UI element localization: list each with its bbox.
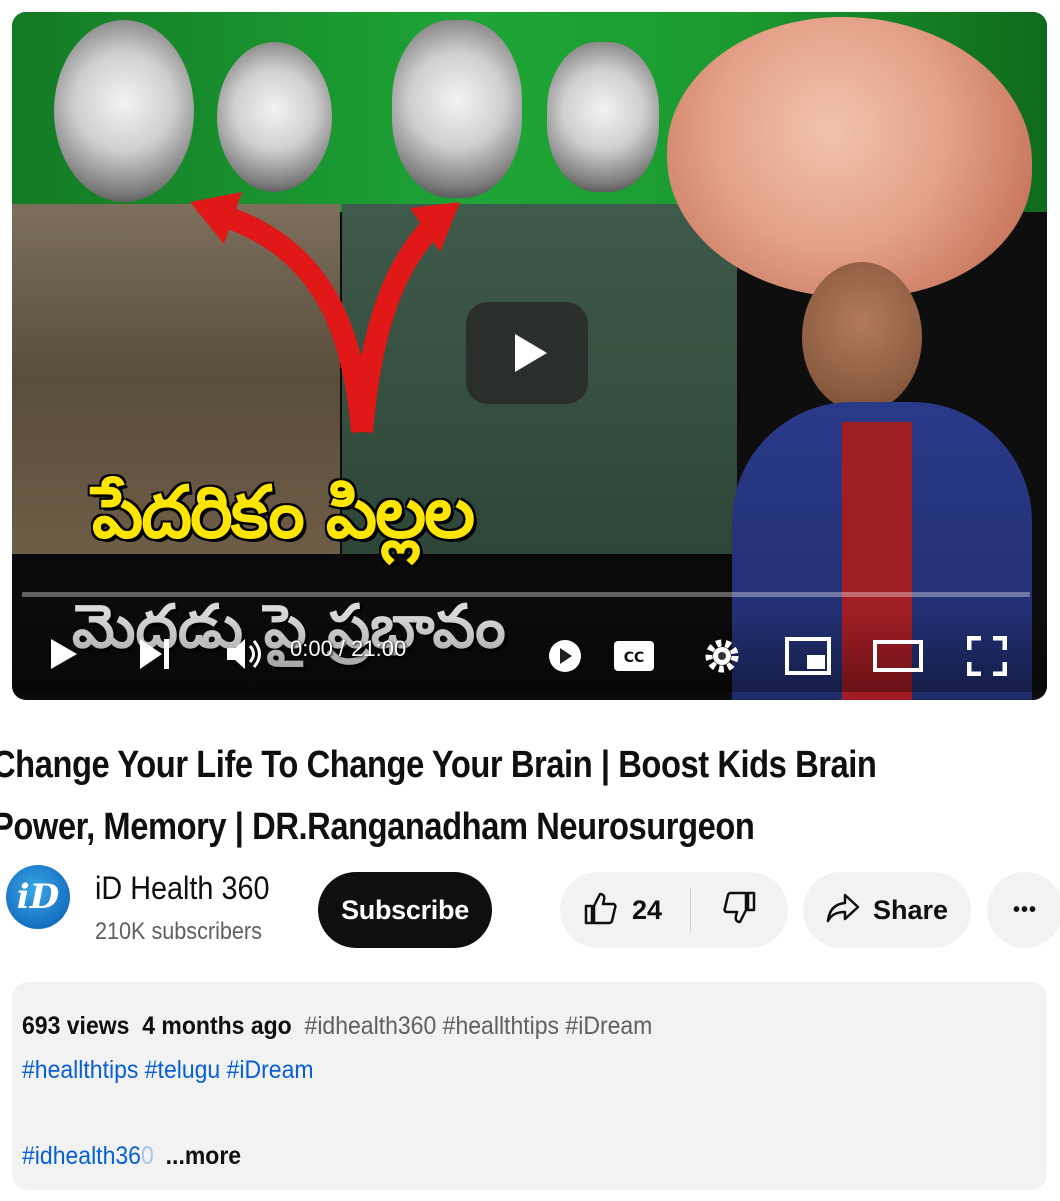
thumbnail-title-text: పేదరికం పిల్లల [92, 470, 475, 554]
hashtag-link[interactable]: #heallthtips [443, 1012, 559, 1040]
like-button[interactable]: 24 [560, 872, 690, 948]
hashtag-link[interactable]: #iDream [227, 1056, 314, 1084]
fullscreen-icon[interactable] [962, 632, 1012, 680]
large-play-button[interactable] [466, 302, 588, 404]
video-title: Change Your Life To Change Your Brain | … [0, 744, 877, 848]
more-actions-button[interactable]: ••• [987, 872, 1060, 948]
share-arrow-icon [825, 892, 861, 929]
channel-avatar[interactable]: iD [6, 865, 70, 929]
svg-text:CC: CC [624, 650, 645, 666]
hashtag-link[interactable]: #telugu [145, 1056, 220, 1084]
captions-button[interactable]: CC [610, 634, 658, 678]
dislike-button[interactable] [691, 872, 788, 948]
share-label: Share [873, 894, 949, 925]
miniplayer-icon[interactable] [782, 634, 834, 678]
channel-name[interactable]: iD Health 360 [95, 870, 270, 907]
play-icon[interactable] [42, 632, 86, 676]
thumbs-up-icon [582, 890, 618, 931]
hashtag-link[interactable]: #heallthtips [22, 1056, 138, 1084]
share-button[interactable]: Share [803, 872, 971, 948]
hashtag-link[interactable]: #iDream [565, 1012, 652, 1040]
player-controls: CC [12, 612, 1047, 692]
volume-icon[interactable] [220, 632, 270, 676]
like-count: 24 [632, 894, 663, 925]
more-horizontal-icon: ••• [1012, 898, 1037, 921]
like-dislike-group: 24 [560, 872, 788, 948]
upload-date: 4 months ago [142, 1012, 292, 1040]
avatar-logo-text: iD [16, 877, 60, 917]
thumbs-down-icon [722, 890, 758, 931]
autoplay-toggle-icon[interactable] [540, 636, 590, 676]
hashtag-link[interactable]: #idhealth360 [305, 1012, 437, 1040]
settings-gear-icon[interactable] [698, 632, 746, 680]
description-tags-line: #heallthtips #telugu #iDream [22, 1056, 314, 1085]
description-last-line: #idhealth360 ...more [22, 1142, 241, 1171]
view-count: 693 views [22, 1012, 130, 1040]
description-meta-line: 693 views 4 months ago #idhealth360 #hea… [22, 1012, 652, 1041]
time-display: 0:00 / 21:00 [290, 636, 407, 661]
show-more-link[interactable]: ...more [166, 1142, 241, 1170]
subscribe-button[interactable]: Subscribe [318, 872, 492, 948]
theater-mode-icon[interactable] [870, 634, 926, 678]
description-box[interactable]: 693 views 4 months ago #idhealth360 #hea… [12, 982, 1047, 1190]
subscriber-count: 210K subscribers [95, 918, 262, 945]
hashtag-link[interactable]: #idhealth360 [22, 1142, 154, 1170]
video-player[interactable]: పేదరికం పిల్లల మెదడు పై ప్రభావం CC [12, 12, 1047, 700]
next-icon[interactable] [130, 632, 180, 676]
progress-bar[interactable] [22, 592, 1030, 597]
